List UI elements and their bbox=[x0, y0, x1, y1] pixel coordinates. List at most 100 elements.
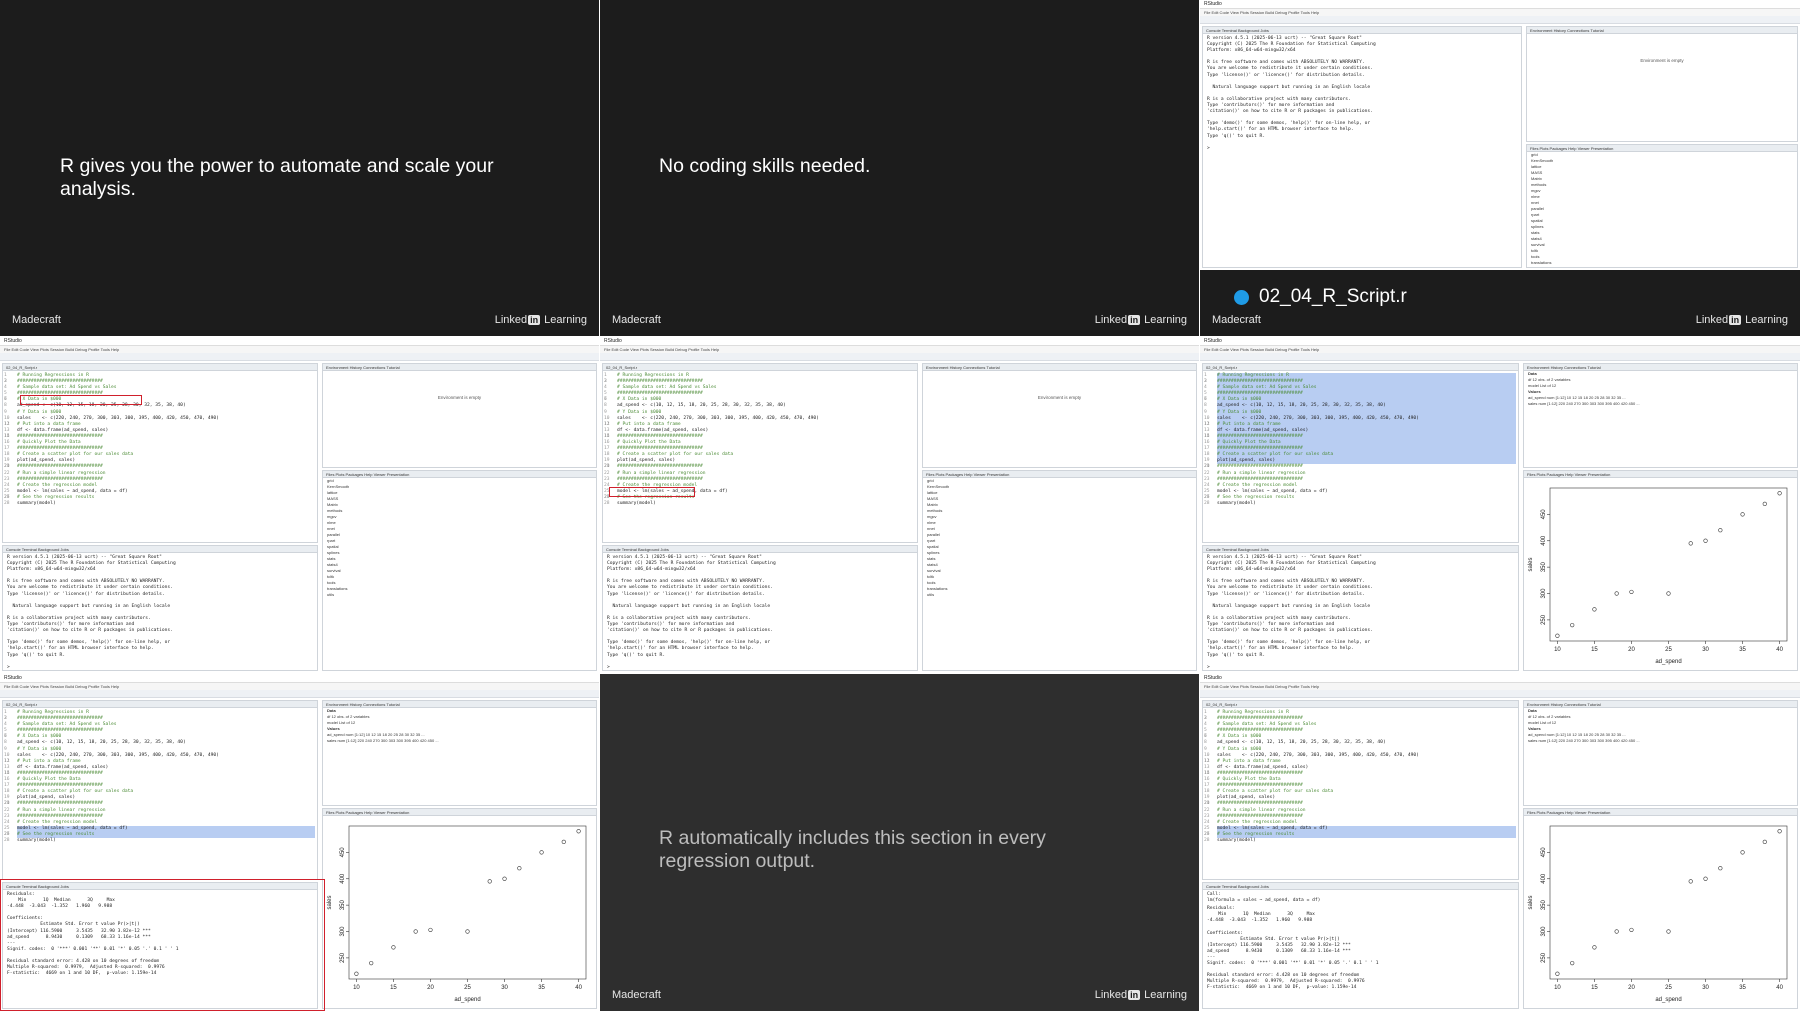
package-row[interactable]: utils bbox=[323, 592, 596, 598]
console-tabs[interactable]: Console Terminal Background Jobs bbox=[603, 546, 917, 553]
console-tabs[interactable]: Console Terminal Background Jobs bbox=[1203, 883, 1518, 890]
files-tabs[interactable]: Files Plots Packages Help Viewer Present… bbox=[323, 809, 596, 816]
source-pane[interactable]: 02_04_R_Script.r 1 # Running Regressions i… bbox=[602, 363, 918, 543]
env-tabs[interactable]: Environment History Connections Tutorial bbox=[923, 364, 1196, 371]
data-point bbox=[1688, 541, 1693, 546]
script-editor[interactable]: 1 # Running Regressions in R 2 3 ###########… bbox=[1203, 371, 1518, 507]
data-point bbox=[1688, 879, 1693, 884]
data-point bbox=[428, 927, 433, 933]
console-tabs[interactable]: Console Terminal Background Jobs bbox=[1203, 27, 1521, 34]
console-pane[interactable]: Console Terminal Background Jobs R versio… bbox=[2, 545, 318, 671]
console-pane[interactable]: Console Terminal Background Jobs R versio… bbox=[602, 545, 918, 671]
package-row[interactable]: utils bbox=[1527, 266, 1797, 267]
toolbar[interactable] bbox=[1200, 353, 1800, 361]
highlight-box-console bbox=[0, 879, 325, 1011]
files-plots-pane[interactable]: Files Plots Packages Help Viewer Present… bbox=[1523, 470, 1798, 671]
console-text: Call: lm(formula = sales ~ ad_spend, dat… bbox=[1207, 892, 1321, 904]
files-tabs[interactable]: Files Plots Packages Help Viewer Present… bbox=[323, 471, 596, 478]
x-tick-label: 35 bbox=[538, 985, 545, 991]
environment-pane[interactable]: Environment History Connections Tutorial… bbox=[322, 700, 597, 806]
console-tabs[interactable]: Console Terminal Background Jobs bbox=[1203, 546, 1518, 553]
environment-pane[interactable]: Environment History Connections Tutorial… bbox=[1523, 700, 1798, 806]
menu-bar[interactable]: File Edit Code View Plots Session Build … bbox=[0, 346, 599, 353]
files-plots-pane[interactable]: Files Plots Packages Help Viewer Present… bbox=[322, 470, 597, 671]
script-tab[interactable]: 02_04_R_Script.r bbox=[3, 364, 317, 371]
env-sales-row[interactable]: sales num [1:12] 220 240 270 300 303 300… bbox=[1524, 738, 1797, 744]
y-tick-label: 450 bbox=[1541, 847, 1547, 858]
script-editor[interactable]: 1 # Running Regressions in R 2 3 ###########… bbox=[3, 708, 317, 844]
console-pane[interactable]: Console Terminal Background Jobs Call: lm… bbox=[1202, 882, 1519, 1009]
script-tab[interactable]: 02_04_R_Script.r bbox=[1203, 701, 1518, 708]
menu-bar[interactable]: File Edit Code View Plots Session Build … bbox=[1200, 346, 1800, 353]
data-point bbox=[465, 929, 470, 934]
packages-pane[interactable]: Files Plots Packages Help Viewer Present… bbox=[1526, 144, 1798, 268]
files-tabs[interactable]: Files Plots Packages Help Viewer Present… bbox=[1524, 471, 1797, 478]
y-axis-label: sales bbox=[1528, 557, 1534, 571]
madecraft-logo: Madecraft bbox=[612, 314, 661, 326]
files-plots-pane[interactable]: Files Plots Packages Help Viewer Present… bbox=[1523, 808, 1798, 1009]
script-editor[interactable]: 1 # Running Regressions in R 2 3 ###########… bbox=[1203, 708, 1518, 844]
source-pane[interactable]: 02_04_R_Script.r 1 # Running Regressions i… bbox=[1202, 700, 1519, 880]
environment-pane[interactable]: Environment History Connections Tutorial… bbox=[922, 363, 1197, 468]
toolbar[interactable] bbox=[1200, 690, 1800, 698]
y-axis-label: sales bbox=[1528, 895, 1534, 909]
env-sales-row[interactable]: sales num [1:12] 220 240 270 300 303 300… bbox=[1524, 401, 1797, 407]
data-point bbox=[1703, 538, 1708, 543]
y-tick-label: 350 bbox=[1541, 899, 1547, 910]
env-tabs[interactable]: Environment History Connections Tutorial bbox=[323, 364, 596, 371]
packages-tabs[interactable]: Files Plots Packages Help Viewer Present… bbox=[1527, 145, 1797, 152]
env-tabs[interactable]: Environment History Connections Tutorial bbox=[1527, 27, 1797, 34]
package-row[interactable]: utils bbox=[923, 592, 1196, 598]
source-pane[interactable]: 02_04_R_Script.r 1 # Running Regressions i… bbox=[2, 700, 318, 880]
code-line[interactable]: 28 summary(model) bbox=[1204, 501, 1516, 507]
script-editor[interactable]: 1 # Running Regressions in R 2 3 ###########… bbox=[3, 371, 317, 507]
plot-frame bbox=[1549, 487, 1788, 642]
data-point bbox=[354, 971, 359, 976]
rstudio-window: RStudio File Edit Code View Plots Sessio… bbox=[1200, 0, 1800, 270]
y-tick-label: 300 bbox=[340, 926, 346, 937]
data-point bbox=[487, 879, 492, 884]
console-text: R version 4.5.1 (2025-06-13 ucrt) -- "Gr… bbox=[1207, 36, 1376, 151]
menu-bar[interactable]: File Edit Code View Plots Session Build … bbox=[1200, 683, 1800, 690]
code-line[interactable]: 28 summary(model) bbox=[1204, 838, 1516, 844]
y-tick-label: 400 bbox=[1541, 873, 1547, 884]
toolbar[interactable] bbox=[1200, 16, 1800, 24]
files-plots-pane[interactable]: Files Plots Packages Help Viewer Present… bbox=[922, 470, 1197, 671]
code-line[interactable]: 28 summary(model) bbox=[604, 501, 915, 507]
toolbar[interactable] bbox=[0, 353, 599, 361]
env-tabs[interactable]: Environment History Connections Tutorial bbox=[323, 701, 596, 708]
script-tab[interactable]: 02_04_R_Script.r bbox=[1203, 364, 1518, 371]
data-point bbox=[1592, 607, 1597, 612]
code-line[interactable]: 28 summary(model) bbox=[4, 501, 315, 507]
code-line[interactable]: 28 summary(model) bbox=[4, 838, 315, 844]
menu-bar[interactable]: File Edit Code View Plots Session Build … bbox=[600, 346, 1199, 353]
x-tick-label: 10 bbox=[1554, 647, 1561, 653]
environment-pane[interactable]: Environment History Connections Tutorial… bbox=[322, 363, 597, 468]
env-sales-row[interactable]: sales num [1:12] 220 240 270 300 303 300… bbox=[323, 738, 596, 744]
files-plots-pane[interactable]: Files Plots Packages Help Viewer Present… bbox=[322, 808, 597, 1009]
environment-pane[interactable]: Environment History Connections Tutorial… bbox=[1526, 26, 1798, 142]
console-tabs[interactable]: Console Terminal Background Jobs bbox=[3, 546, 317, 553]
script-tab[interactable]: 02_04_R_Script.r bbox=[603, 364, 917, 371]
env-tabs[interactable]: Environment History Connections Tutorial bbox=[1524, 701, 1797, 708]
env-tabs[interactable]: Environment History Connections Tutorial bbox=[1524, 364, 1797, 371]
y-tick-label: 250 bbox=[1541, 614, 1547, 625]
console-text: R version 4.5.1 (2025-06-13 ucrt) -- "Gr… bbox=[607, 555, 776, 670]
menu-bar[interactable]: File Edit Code View Plots Session Build … bbox=[0, 683, 599, 690]
toolbar[interactable] bbox=[0, 690, 599, 698]
console-pane[interactable]: Console Terminal Background Jobs R versio… bbox=[1202, 545, 1519, 671]
environment-pane[interactable]: Environment History Connections Tutorial… bbox=[1523, 363, 1798, 468]
menu-bar[interactable]: File Edit Code View Plots Session Build … bbox=[1200, 9, 1800, 16]
source-pane[interactable]: 02_04_R_Script.r 1 # Running Regressions i… bbox=[2, 363, 318, 543]
x-tick-label: 15 bbox=[1591, 985, 1598, 991]
rstudio-window: RStudio File Edit Code View Plots Session… bbox=[600, 337, 1199, 673]
files-tabs[interactable]: Files Plots Packages Help Viewer Present… bbox=[1524, 809, 1797, 816]
data-point bbox=[539, 850, 544, 855]
toolbar[interactable] bbox=[600, 353, 1199, 361]
script-tab[interactable]: 02_04_R_Script.r bbox=[3, 701, 317, 708]
console-pane[interactable]: Console Terminal Background Jobs R versi… bbox=[1202, 26, 1522, 268]
env-empty-message: Environment is empty bbox=[437, 395, 482, 400]
slide-script-selected: RStudio File Edit Code View Plots Session… bbox=[1200, 337, 1800, 673]
source-pane[interactable]: 02_04_R_Script.r 1 # Running Regressions i… bbox=[1202, 363, 1519, 543]
files-tabs[interactable]: Files Plots Packages Help Viewer Present… bbox=[923, 471, 1196, 478]
